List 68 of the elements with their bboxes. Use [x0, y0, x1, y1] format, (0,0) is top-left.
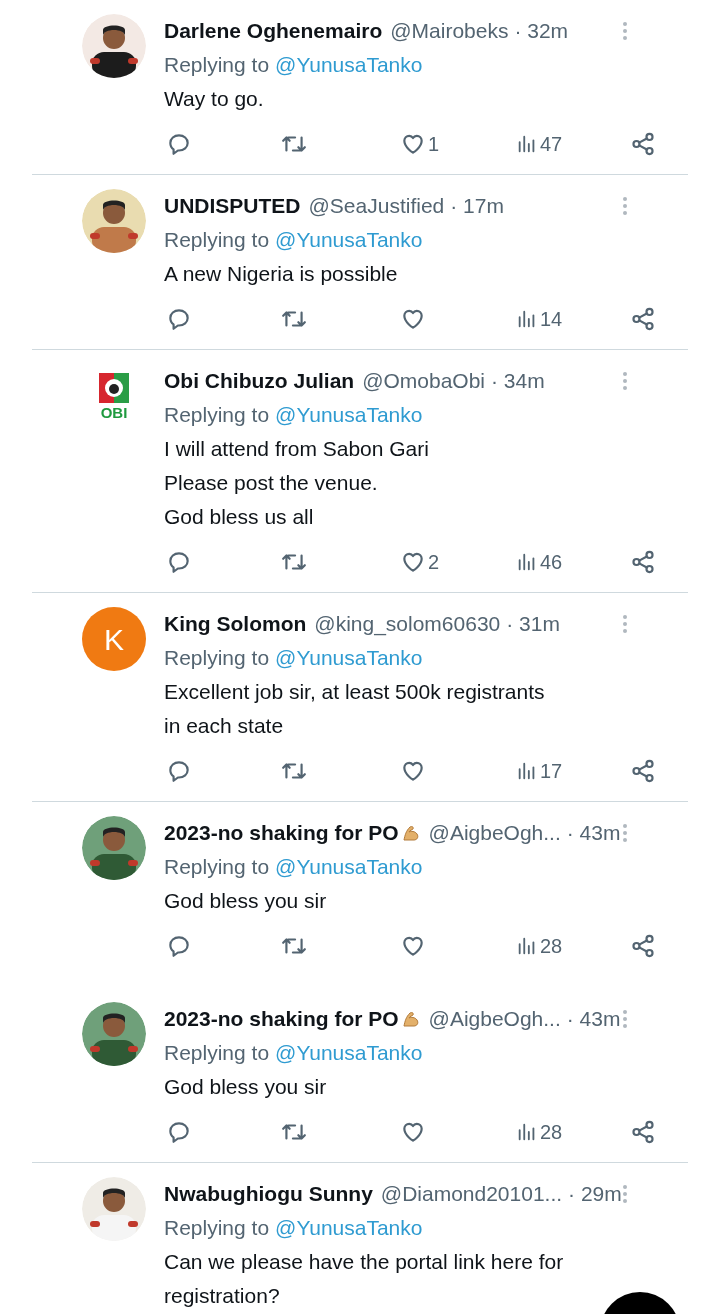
user-handle[interactable]: @AigbeOgh...	[428, 817, 561, 849]
logo-text: OBI	[100, 404, 128, 420]
timestamp: · 43m	[566, 1006, 621, 1033]
reply-icon[interactable]	[166, 933, 192, 959]
user-handle[interactable]: @OmobaObi	[362, 365, 486, 397]
flexed-arm-icon	[400, 1009, 421, 1029]
view-count: 47	[540, 132, 563, 157]
replying-label: Replying to	[164, 645, 270, 672]
tweet-text: Excellent job sir, at least 500k registrants in each state	[164, 679, 546, 739]
tweet-text: I will attend from Sabon Gari	[164, 436, 430, 462]
mention-link[interactable]: @YunusaTanko	[275, 1037, 423, 1069]
reply-icon[interactable]	[166, 131, 192, 157]
mention-link[interactable]: @YunusaTanko	[275, 642, 423, 674]
user-handle[interactable]: @Diamond20101...	[380, 1178, 563, 1210]
tweet-text: God bless you sir	[164, 888, 328, 914]
like-count: 1	[427, 132, 440, 157]
replying-label: Replying to	[164, 52, 270, 79]
user-name[interactable]: Obi Chibuzo Julian	[164, 365, 355, 397]
mention-link[interactable]: @YunusaTanko	[275, 1212, 423, 1244]
mention-link[interactable]: @YunusaTanko	[275, 851, 423, 883]
tweet-text: God bless us all	[164, 504, 315, 530]
timestamp: · 29m	[568, 1181, 622, 1208]
user-name[interactable]: Darlene Oghenemairo	[164, 15, 383, 47]
user-name[interactable]: King Solomon	[164, 608, 307, 640]
user-name[interactable]: UNDISPUTED	[164, 190, 301, 222]
share-icon[interactable]	[630, 549, 656, 575]
share-icon[interactable]	[630, 933, 656, 959]
timestamp: · 17m	[450, 193, 504, 220]
timestamp: · 32m	[514, 18, 569, 45]
tweet-text: Please post the venue.	[164, 470, 379, 496]
reply-icon[interactable]	[166, 549, 192, 575]
reply-icon[interactable]	[166, 758, 192, 784]
reply-icon[interactable]	[166, 306, 192, 332]
share-icon[interactable]	[630, 131, 656, 157]
replying-label: Replying to	[164, 1040, 270, 1067]
mention-link[interactable]: @YunusaTanko	[275, 49, 423, 81]
share-icon[interactable]	[630, 758, 656, 784]
logo-icon	[99, 372, 129, 403]
user-handle[interactable]: @Mairobeks	[390, 15, 509, 47]
view-count: 28	[540, 934, 563, 959]
share-icon[interactable]	[630, 1119, 656, 1145]
user-name[interactable]: 2023-no shaking for PO	[164, 817, 399, 849]
user-handle[interactable]: @SeaJustified	[308, 190, 445, 222]
user-name[interactable]: 2023-no shaking for PO	[164, 1003, 399, 1035]
timestamp: · 43m	[566, 820, 621, 847]
tweet-text: Can we please have the portal link here for registration?	[164, 1249, 564, 1309]
mention-link[interactable]: @YunusaTanko	[275, 399, 423, 431]
share-icon[interactable]	[630, 306, 656, 332]
tweet-text: God bless you sir	[164, 1074, 328, 1100]
user-name[interactable]: Nwabughiogu Sunny	[164, 1178, 373, 1210]
view-count: 28	[540, 1120, 563, 1145]
tweet-text: Way to go.	[164, 86, 265, 112]
timestamp: · 31m	[506, 611, 560, 638]
timestamp: · 34m	[491, 368, 545, 395]
replying-label: Replying to	[164, 402, 270, 429]
tweet-text: A new Nigeria is possible	[164, 261, 399, 287]
replying-label: Replying to	[164, 854, 270, 881]
replying-label: Replying to	[164, 227, 270, 254]
user-handle[interactable]: @king_solom60630	[314, 608, 501, 640]
flexed-arm-icon	[400, 823, 421, 843]
view-count: 46	[540, 550, 563, 575]
user-handle[interactable]: @AigbeOgh...	[428, 1003, 561, 1035]
reply-icon[interactable]	[166, 1119, 192, 1145]
mention-link[interactable]: @YunusaTanko	[275, 224, 423, 256]
view-count: 17	[540, 759, 563, 784]
replying-label: Replying to	[164, 1215, 270, 1242]
view-count: 14	[540, 307, 563, 332]
like-count: 2	[427, 550, 440, 575]
